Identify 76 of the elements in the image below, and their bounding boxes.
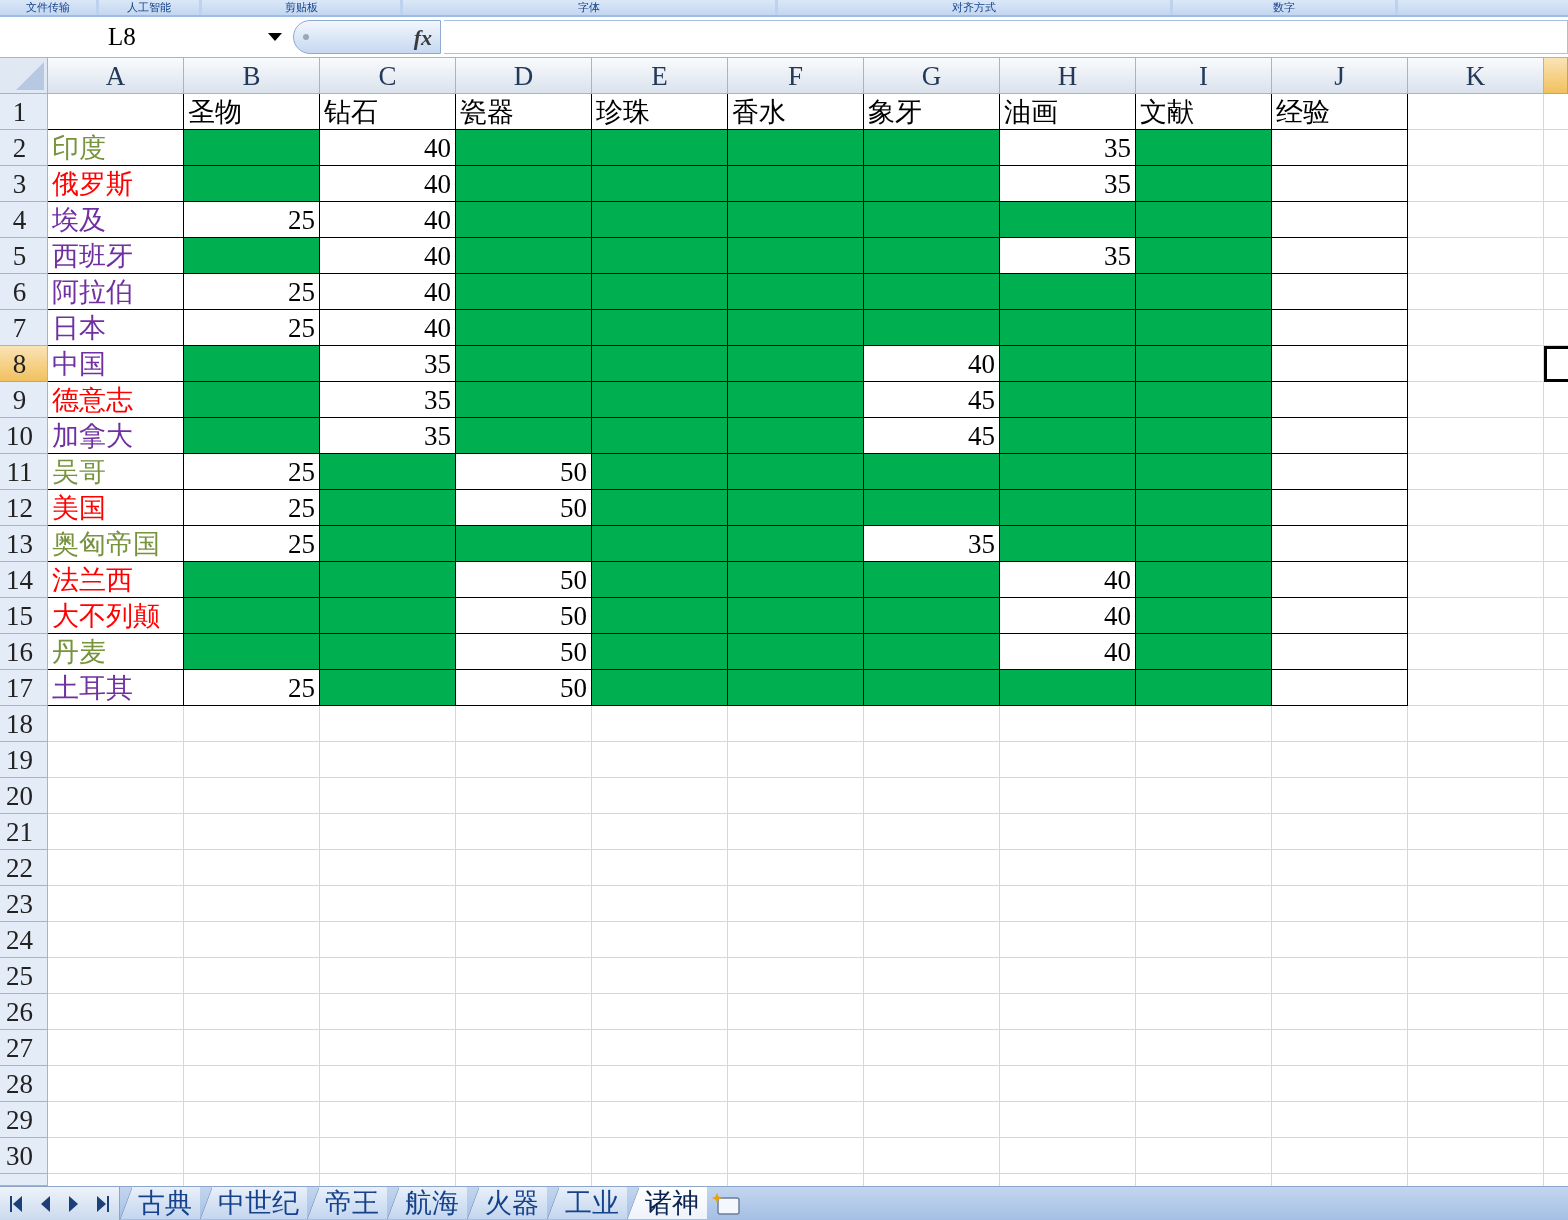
table-cell: 钻石 (320, 94, 456, 130)
column-header[interactable]: E (592, 58, 728, 94)
table-cell: 吴哥 (48, 454, 184, 490)
column-header[interactable]: D (456, 58, 592, 94)
row-header[interactable]: 10 (0, 418, 48, 454)
row-header[interactable]: 2 (0, 130, 48, 166)
row-header[interactable]: 18 (0, 706, 48, 742)
row-header[interactable]: 8 (0, 346, 48, 382)
row-header[interactable]: 28 (0, 1066, 48, 1102)
function-button[interactable]: fx (293, 20, 441, 54)
selected-cell[interactable] (1544, 346, 1568, 382)
row-header[interactable]: 23 (0, 886, 48, 922)
caret-icon[interactable] (268, 33, 282, 41)
column-header[interactable]: J (1272, 58, 1408, 94)
grip-icon (303, 34, 309, 40)
row-header[interactable]: 5 (0, 238, 48, 274)
table-cell: 土耳其 (48, 670, 184, 706)
row-header[interactable]: 25 (0, 958, 48, 994)
row-header[interactable]: 13 (0, 526, 48, 562)
row-header[interactable]: 7 (0, 310, 48, 346)
ribbon-group-label: 字体 (403, 0, 775, 15)
row-header[interactable]: 3 (0, 166, 48, 202)
row-header[interactable]: 19 (0, 742, 48, 778)
column-header[interactable]: G (864, 58, 1000, 94)
ribbon-group-label: 文件传输 (0, 0, 96, 15)
triangle-left-icon[interactable] (40, 1195, 50, 1212)
column-header[interactable]: A (48, 58, 184, 94)
table-cell: 阿拉伯 (48, 274, 184, 310)
row-header[interactable]: 6 (0, 274, 48, 310)
row-header[interactable]: 20 (0, 778, 48, 814)
bar-triangle-left-icon[interactable] (9, 1195, 22, 1212)
column-header[interactable]: C (320, 58, 456, 94)
row-header[interactable]: 26 (0, 994, 48, 1030)
row-header[interactable]: 9 (0, 382, 48, 418)
row-header[interactable]: 17 (0, 670, 48, 706)
sheet-tab[interactable]: 帝王 (307, 1187, 387, 1219)
row-header[interactable]: 29 (0, 1102, 48, 1138)
sheet-tab[interactable]: 航海 (387, 1187, 467, 1219)
column-header[interactable]: H (1000, 58, 1136, 94)
row-header[interactable]: 11 (0, 454, 48, 490)
triangle-icon (16, 62, 44, 90)
triangle-right-icon[interactable] (69, 1195, 79, 1212)
row-header[interactable]: 14 (0, 562, 48, 598)
table-cell: 油画 (1000, 94, 1136, 130)
table-cell: 埃及 (48, 202, 184, 238)
row-header[interactable]: 12 (0, 490, 48, 526)
ribbon-group-label: 人工智能 (99, 0, 199, 15)
triangle-bar-right-icon[interactable] (97, 1195, 110, 1212)
table-cell: 日本 (48, 310, 184, 346)
sheet-tab[interactable]: 火器 (467, 1187, 547, 1219)
sheet-tab[interactable]: 古典 (120, 1187, 200, 1219)
column-header[interactable]: B (184, 58, 320, 94)
table-cell: 美国 (48, 490, 184, 526)
formula-input[interactable] (444, 20, 1568, 54)
ribbon-group-label: 数字 (1173, 0, 1395, 15)
table-cell: 25 (184, 274, 320, 310)
sheet-tab[interactable]: 中世纪 (200, 1187, 307, 1219)
column-header[interactable]: I (1136, 58, 1272, 94)
row-header[interactable]: 1 (0, 94, 48, 130)
row-header[interactable]: 24 (0, 922, 48, 958)
row-header[interactable]: 21 (0, 814, 48, 850)
row-header[interactable]: 15 (0, 598, 48, 634)
table-cell: 奥匈帝国 (48, 526, 184, 562)
sheet-sparkle-icon[interactable] (711, 1191, 741, 1216)
table-cell: 经验 (1272, 94, 1408, 130)
sheet-tab[interactable]: 工业 (547, 1187, 627, 1219)
row-header[interactable]: 4 (0, 202, 48, 238)
row-header[interactable]: 22 (0, 850, 48, 886)
column-header[interactable]: K (1408, 58, 1544, 94)
row-header[interactable]: 27 (0, 1030, 48, 1066)
ribbon-group-label: 剪贴板 (202, 0, 400, 15)
sheet-tab[interactable]: 诸神 (627, 1187, 707, 1219)
row-header[interactable]: 16 (0, 634, 48, 670)
ribbon-group-label: 对齐方式 (778, 0, 1170, 15)
column-header[interactable]: F (728, 58, 864, 94)
row-header[interactable]: 30 (0, 1138, 48, 1174)
